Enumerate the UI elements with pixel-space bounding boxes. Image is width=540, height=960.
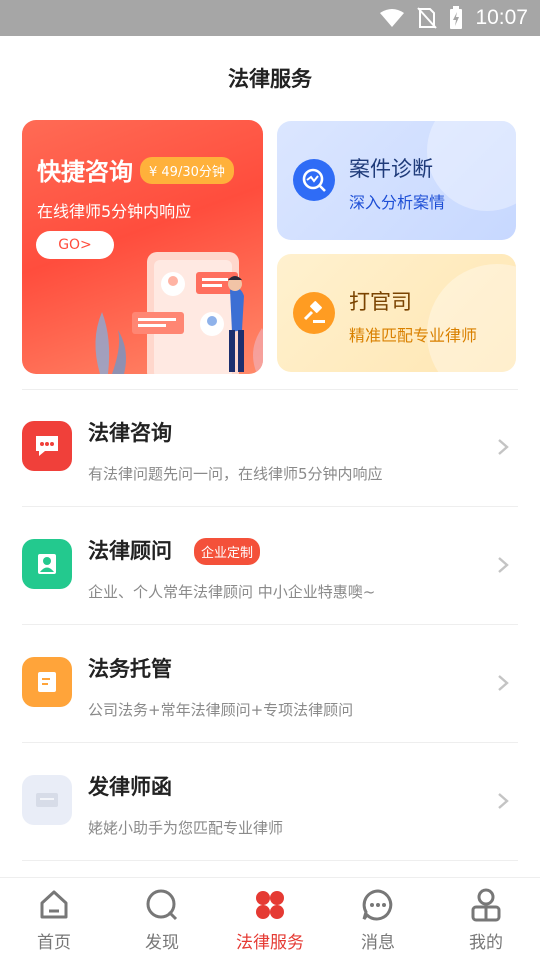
promo-title: 快捷咨询 (37, 158, 133, 186)
litigation-title: 打官司 (349, 290, 412, 314)
tab-label: 发现 (145, 933, 179, 953)
litigation-card[interactable]: 打官司 精准匹配专业律师 (277, 254, 516, 372)
service-description: 企业、个人常年法律顾问 中小企业特惠噢~ (88, 583, 376, 601)
page-header: 法律服务 (0, 36, 540, 120)
tab-legal-service[interactable]: 法律服务 (216, 878, 324, 960)
service-name: 发律师函 (88, 775, 172, 799)
chat-bubble-icon (22, 421, 72, 471)
list-item-lawyer-letter[interactable]: 发律师函 姥姥小助手为您匹配专业律师 (0, 743, 540, 861)
service-description: 公司法务+常年法律顾问+专项法律顾问 (88, 701, 354, 719)
chevron-right-icon (498, 439, 509, 455)
bottom-tab-bar: 首页 发现 法律服务 消息 我的 (0, 877, 540, 960)
promo-price-badge: ¥ 49/30分钟 (140, 157, 234, 184)
chevron-right-icon (498, 557, 509, 573)
person-icon (22, 539, 72, 589)
status-time: 10:07 (475, 6, 528, 29)
tab-home[interactable]: 首页 (0, 878, 108, 960)
list-item-legal-hosting[interactable]: 法务托管 公司法务+常年法律顾问+专项法律顾问 (0, 625, 540, 743)
tab-label: 法律服务 (236, 933, 304, 953)
page-title: 法律服务 (228, 67, 312, 91)
decor-circle (427, 264, 516, 372)
legal-service-icon (253, 888, 287, 922)
list-item-legal-advisor[interactable]: 法律顾问 企业定制 企业、个人常年法律顾问 中小企业特惠噢~ (0, 507, 540, 625)
service-name: 法律咨询 (88, 421, 172, 445)
tab-label: 我的 (469, 933, 503, 953)
document-icon (22, 657, 72, 707)
status-icons: 10:07 (379, 5, 528, 31)
message-icon (361, 888, 395, 922)
letter-icon (22, 775, 72, 825)
no-sim-icon (417, 7, 438, 29)
tab-discover[interactable]: 发现 (108, 878, 216, 960)
case-diagnosis-subtitle: 深入分析案情 (349, 193, 446, 212)
status-bar: 10:07 (0, 0, 540, 36)
service-description: 姥姥小助手为您匹配专业律师 (88, 819, 284, 837)
service-name: 法务托管 (88, 657, 172, 681)
tab-profile[interactable]: 我的 (432, 878, 540, 960)
case-diagnosis-title: 案件诊断 (349, 157, 433, 181)
discover-icon (145, 888, 179, 922)
chevron-right-icon (498, 675, 509, 691)
quick-consult-card[interactable]: 快捷咨询 ¥ 49/30分钟 在线律师5分钟内响应 GO> (22, 120, 263, 374)
chevron-right-icon (498, 793, 509, 809)
divider (22, 860, 518, 861)
enterprise-badge: 企业定制 (194, 538, 261, 565)
litigation-subtitle: 精准匹配专业律师 (349, 326, 478, 345)
home-icon (37, 888, 71, 922)
service-name: 法律顾问 (88, 539, 172, 563)
list-item-legal-consult[interactable]: 法律咨询 有法律问题先问一问，在线律师5分钟内响应 (0, 389, 540, 507)
promo-subtitle: 在线律师5分钟内响应 (37, 202, 192, 221)
chart-search-icon (293, 159, 335, 201)
tab-label: 首页 (37, 933, 71, 953)
service-description: 有法律问题先问一问，在线律师5分钟内响应 (88, 465, 383, 483)
battery-icon (450, 6, 463, 29)
gavel-icon (293, 292, 335, 334)
case-diagnosis-card[interactable]: 案件诊断 深入分析案情 (277, 121, 516, 240)
profile-icon (469, 888, 503, 922)
wifi-icon (380, 9, 405, 27)
tab-label: 消息 (361, 933, 395, 953)
tab-messages[interactable]: 消息 (324, 878, 432, 960)
promo-illustration (95, 252, 263, 374)
